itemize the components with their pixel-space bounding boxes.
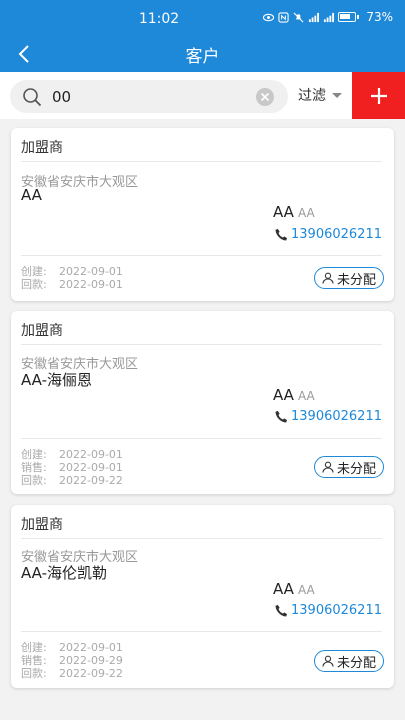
page-title: 客户 xyxy=(185,47,220,67)
filter-label: 过滤 xyxy=(298,88,326,104)
battery-icon xyxy=(338,12,360,22)
phone-link[interactable]: 13906026211 xyxy=(275,227,382,242)
customer-card[interactable]: 加盟商 安徽省安庆市大观区 AA-海伦凯勒 AA AA 13906026211 创… xyxy=(11,505,394,688)
customer-type: 加盟商 xyxy=(21,323,63,339)
signal-4g-icon xyxy=(323,12,335,23)
contact-name: AA AA xyxy=(273,386,315,404)
search-input[interactable] xyxy=(52,85,242,108)
caret-down-icon xyxy=(332,92,342,98)
assign-status-label: 未分配 xyxy=(336,655,376,671)
eye-icon xyxy=(263,12,275,23)
date-list: 创建: 2022-09-01 销售: 2022-09-01 回款: 2022-09-2… xyxy=(21,448,123,487)
assign-status-label: 未分配 xyxy=(336,461,376,477)
contact-primary: AA xyxy=(273,580,294,598)
customer-name: AA-海伦凯勒 xyxy=(21,564,108,582)
customer-name: AA xyxy=(21,186,42,204)
title-bar: 客户 xyxy=(0,36,405,72)
phone-icon xyxy=(275,410,288,423)
contact-secondary: AA xyxy=(297,389,315,403)
contact-secondary: AA xyxy=(297,583,315,597)
filter-button[interactable]: 过滤 xyxy=(298,85,342,105)
phone-number: 13906026211 xyxy=(291,227,382,242)
assign-status-button[interactable]: 未分配 xyxy=(313,650,384,672)
phone-number: 13906026211 xyxy=(291,603,382,618)
contact-name: AA AA xyxy=(273,580,315,598)
assign-status-button[interactable]: 未分配 xyxy=(313,267,384,289)
date-line: 回款: 2022-09-01 xyxy=(21,278,123,291)
divider xyxy=(21,161,382,162)
date-line: 销售: 2022-09-01 xyxy=(21,461,123,474)
phone-link[interactable]: 13906026211 xyxy=(275,603,382,618)
app-header: 11:02 73% 客户 xyxy=(0,0,405,72)
date-line: 回款: 2022-09-22 xyxy=(21,474,123,487)
date-line: 创建: 2022-09-01 xyxy=(21,641,123,654)
phone-icon xyxy=(275,228,288,241)
battery-level: 73% xyxy=(366,10,393,24)
date-line: 销售: 2022-09-29 xyxy=(21,654,123,667)
divider xyxy=(21,538,382,539)
divider xyxy=(21,344,382,345)
assign-status-label: 未分配 xyxy=(336,272,376,288)
user-icon xyxy=(322,272,334,284)
phone-number: 13906026211 xyxy=(291,409,382,424)
phone-link[interactable]: 13906026211 xyxy=(275,409,382,424)
divider xyxy=(21,255,382,256)
date-list: 创建: 2022-09-01 销售: 2022-09-29 回款: 2022-09-2… xyxy=(21,641,123,680)
search-row: 过滤 xyxy=(0,72,405,119)
date-line: 创建: 2022-09-01 xyxy=(21,448,123,461)
status-bar: 11:02 73% xyxy=(0,0,405,36)
date-list: 创建: 2022-09-01 回款: 2022-09-01 xyxy=(21,265,123,291)
phone-icon xyxy=(275,604,288,617)
nfc-icon xyxy=(278,11,289,23)
divider xyxy=(21,631,382,632)
customer-type: 加盟商 xyxy=(21,140,63,156)
search-box[interactable] xyxy=(10,80,288,113)
customer-card[interactable]: 加盟商 安徽省安庆市大观区 AA-海俪恩 AA AA 13906026211 创建… xyxy=(11,311,394,494)
contact-primary: AA xyxy=(273,203,294,221)
customer-name: AA-海俪恩 xyxy=(21,371,93,389)
contact-secondary: AA xyxy=(297,206,315,220)
search-icon xyxy=(23,88,42,107)
date-line: 回款: 2022-09-22 xyxy=(21,667,123,680)
divider xyxy=(21,438,382,439)
plus-icon xyxy=(370,87,387,104)
mute-icon xyxy=(293,12,304,23)
status-icons: 73% xyxy=(263,10,393,24)
add-customer-button[interactable] xyxy=(352,72,405,119)
contact-primary: AA xyxy=(273,386,294,404)
signal-icon xyxy=(308,12,320,23)
assign-status-button[interactable]: 未分配 xyxy=(313,456,384,478)
date-line: 创建: 2022-09-01 xyxy=(21,265,123,278)
clear-icon[interactable] xyxy=(255,87,275,107)
user-icon xyxy=(322,655,334,667)
user-icon xyxy=(322,461,334,473)
customer-card[interactable]: 加盟商 安徽省安庆市大观区 AA AA AA 13906026211 创建: 202… xyxy=(11,128,394,301)
customer-type: 加盟商 xyxy=(21,517,63,533)
contact-name: AA AA xyxy=(273,203,315,221)
